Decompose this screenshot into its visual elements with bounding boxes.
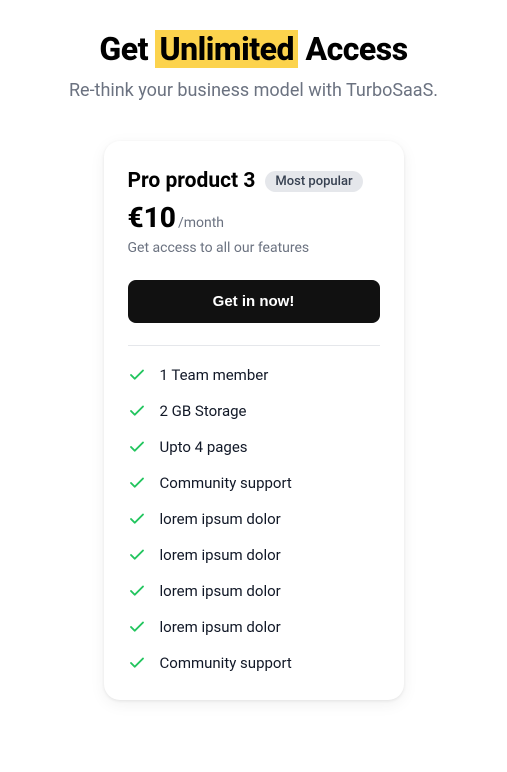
price-row: €10 /month bbox=[128, 201, 380, 234]
check-icon bbox=[128, 582, 146, 600]
page-heading: Get Unlimited Access bbox=[99, 30, 407, 68]
plan-description: Get access to all our features bbox=[128, 240, 380, 256]
feature-label: lorem ipsum dolor bbox=[160, 510, 281, 528]
price-period: /month bbox=[178, 215, 224, 231]
feature-item: 2 GB Storage bbox=[128, 402, 380, 420]
heading-post: Access bbox=[298, 30, 408, 68]
feature-item: lorem ipsum dolor bbox=[128, 618, 380, 636]
features-list: 1 Team member 2 GB Storage Upto 4 pages Com… bbox=[128, 366, 380, 672]
feature-item: lorem ipsum dolor bbox=[128, 510, 380, 528]
cta-button[interactable]: Get in now! bbox=[128, 280, 380, 323]
check-icon bbox=[128, 402, 146, 420]
feature-label: lorem ipsum dolor bbox=[160, 582, 281, 600]
heading-pre: Get bbox=[99, 30, 155, 68]
divider bbox=[128, 345, 380, 346]
price-value: €10 bbox=[128, 201, 176, 234]
feature-label: lorem ipsum dolor bbox=[160, 618, 281, 636]
feature-item: Community support bbox=[128, 474, 380, 492]
page-subheading: Re-think your business model with TurboS… bbox=[69, 80, 438, 101]
card-header: Pro product 3 Most popular bbox=[128, 169, 380, 193]
feature-label: Upto 4 pages bbox=[160, 438, 248, 456]
check-icon bbox=[128, 438, 146, 456]
feature-label: Community support bbox=[160, 654, 292, 672]
heading-highlight: Unlimited bbox=[155, 30, 298, 68]
check-icon bbox=[128, 510, 146, 528]
plan-name: Pro product 3 bbox=[128, 169, 256, 193]
feature-label: lorem ipsum dolor bbox=[160, 546, 281, 564]
check-icon bbox=[128, 618, 146, 636]
feature-item: 1 Team member bbox=[128, 366, 380, 384]
feature-item: lorem ipsum dolor bbox=[128, 582, 380, 600]
check-icon bbox=[128, 474, 146, 492]
feature-item: lorem ipsum dolor bbox=[128, 546, 380, 564]
check-icon bbox=[128, 654, 146, 672]
feature-label: Community support bbox=[160, 474, 292, 492]
feature-item: Upto 4 pages bbox=[128, 438, 380, 456]
check-icon bbox=[128, 366, 146, 384]
check-icon bbox=[128, 546, 146, 564]
feature-item: Community support bbox=[128, 654, 380, 672]
pricing-card: Pro product 3 Most popular €10 /month Ge… bbox=[104, 141, 404, 700]
popular-badge: Most popular bbox=[265, 171, 362, 192]
feature-label: 2 GB Storage bbox=[160, 402, 247, 420]
feature-label: 1 Team member bbox=[160, 366, 269, 384]
